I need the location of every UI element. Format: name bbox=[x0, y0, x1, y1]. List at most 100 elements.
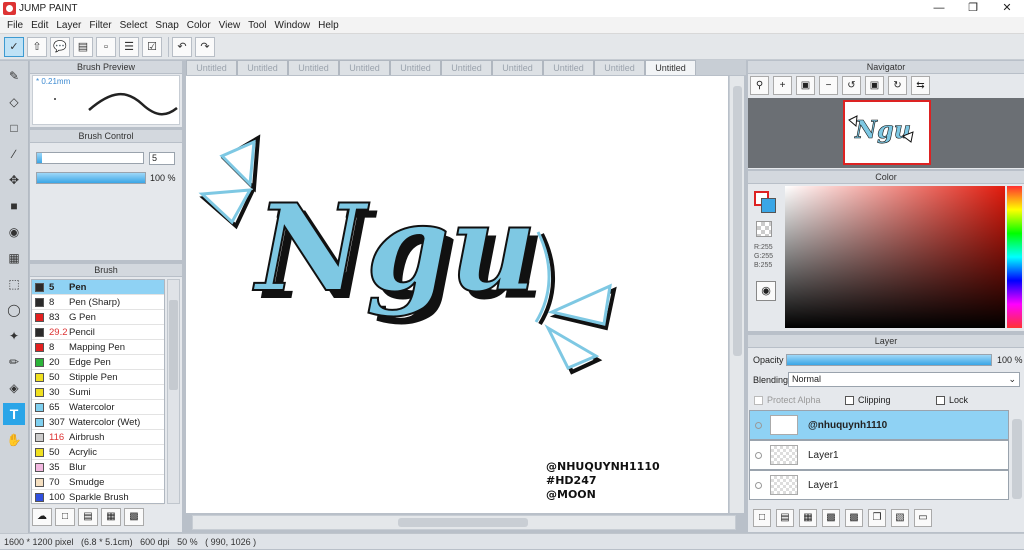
brush-item[interactable]: 20 Edge Pen bbox=[32, 355, 164, 370]
tab-untitled-active[interactable]: Untitled bbox=[645, 60, 696, 75]
new-layer-3-icon[interactable]: ▦ bbox=[799, 509, 817, 527]
zoom-out-icon[interactable]: − bbox=[819, 76, 838, 95]
move-tool-icon[interactable]: ✥ bbox=[3, 169, 25, 191]
rotate-left-icon[interactable]: ↺ bbox=[842, 76, 861, 95]
brush-item[interactable]: 30 Sumi bbox=[32, 385, 164, 400]
navigator-viewport[interactable]: Ngu bbox=[843, 100, 931, 165]
message-icon[interactable]: ▤ bbox=[73, 36, 93, 57]
brush-item[interactable]: 50 Acrylic bbox=[32, 445, 164, 460]
tab-untitled-7[interactable]: Untitled bbox=[492, 60, 543, 75]
share-icon[interactable]: ⇧ bbox=[27, 36, 47, 57]
checklist-icon[interactable]: ☑ bbox=[142, 36, 162, 57]
zoom-fit-icon[interactable]: ⚲ bbox=[750, 76, 769, 95]
new-layer-icon[interactable]: □ bbox=[753, 509, 771, 527]
brush-new-icon[interactable]: □ bbox=[55, 508, 75, 526]
menu-color[interactable]: Color bbox=[183, 17, 215, 34]
brush-item[interactable]: 70 Smudge bbox=[32, 475, 164, 490]
eraser-tool-icon[interactable]: ◇ bbox=[3, 91, 25, 113]
saturation-value-picker[interactable] bbox=[785, 186, 1005, 328]
brush-scrollbar[interactable] bbox=[167, 279, 180, 504]
brush-item[interactable]: 29.2 Pencil bbox=[32, 325, 164, 340]
fill-rect-tool-icon[interactable]: ■ bbox=[3, 195, 25, 217]
list-icon[interactable]: ☰ bbox=[119, 36, 139, 57]
menu-tool[interactable]: Tool bbox=[244, 17, 270, 34]
page-icon[interactable]: ▫ bbox=[96, 36, 116, 57]
lock-option[interactable]: Lock bbox=[936, 395, 968, 406]
fg-bg-swatches[interactable] bbox=[754, 191, 776, 213]
protect-alpha-option[interactable]: Protect Alpha bbox=[754, 395, 821, 406]
redo-icon[interactable]: ↷ bbox=[195, 36, 215, 57]
menu-edit[interactable]: Edit bbox=[27, 17, 52, 34]
menu-layer[interactable]: Layer bbox=[52, 17, 85, 34]
menu-filter[interactable]: Filter bbox=[85, 17, 115, 34]
menu-view[interactable]: View bbox=[215, 17, 245, 34]
line-tool-icon[interactable]: ∕ bbox=[3, 143, 25, 165]
menu-snap[interactable]: Snap bbox=[151, 17, 182, 34]
brush-opacity-slider[interactable] bbox=[36, 172, 146, 184]
navigator-preview[interactable]: Ngu bbox=[748, 98, 1024, 168]
minimize-button[interactable]: — bbox=[922, 0, 956, 17]
hand-tool-icon[interactable]: ✋ bbox=[3, 429, 25, 451]
brush-item[interactable]: 100 Sparkle Brush bbox=[32, 490, 164, 505]
layer-row[interactable]: @nhuquynh1110 bbox=[749, 410, 1009, 440]
brush-item[interactable]: 50 Stipple Pen bbox=[32, 370, 164, 385]
reset-view-icon[interactable]: ▣ bbox=[865, 76, 884, 95]
tab-untitled-5[interactable]: Untitled bbox=[390, 60, 441, 75]
brush-item[interactable]: 8 Mapping Pen bbox=[32, 340, 164, 355]
brush-size-input[interactable]: 5 bbox=[149, 152, 175, 165]
layer-row[interactable]: Layer1 bbox=[749, 470, 1009, 500]
visibility-icon[interactable] bbox=[755, 421, 762, 429]
brush-cloud-icon[interactable]: ☁ bbox=[32, 508, 52, 526]
brush-item[interactable]: 35 Blur bbox=[32, 460, 164, 475]
layer-scrollbar[interactable] bbox=[1012, 419, 1022, 499]
tab-untitled-1[interactable]: Untitled bbox=[186, 60, 237, 75]
close-button[interactable]: ✕ bbox=[990, 0, 1024, 17]
clipping-option[interactable]: Clipping bbox=[845, 395, 891, 406]
lasso-icon[interactable]: ◯ bbox=[3, 299, 25, 321]
menu-file[interactable]: File bbox=[3, 17, 27, 34]
tab-untitled-2[interactable]: Untitled bbox=[237, 60, 288, 75]
pen-tool-icon[interactable]: ✎ bbox=[3, 65, 25, 87]
menu-window[interactable]: Window bbox=[271, 17, 315, 34]
menu-help[interactable]: Help bbox=[314, 17, 343, 34]
new-layer-2-icon[interactable]: ▤ bbox=[776, 509, 794, 527]
hue-slider[interactable] bbox=[1007, 186, 1022, 328]
rectangle-tool-icon[interactable]: □ bbox=[3, 117, 25, 139]
tab-untitled-3[interactable]: Untitled bbox=[288, 60, 339, 75]
drawing-canvas[interactable]: Ngu Ngu @NHUQUYNH1110 #HD247 @MOON bbox=[186, 76, 728, 513]
text-tool-icon[interactable]: T bbox=[3, 403, 25, 425]
zoom-in-icon[interactable]: + bbox=[773, 76, 792, 95]
cloud-check-icon[interactable]: ✓ bbox=[4, 36, 24, 57]
brush-item[interactable]: 8 Pen (Sharp) bbox=[32, 295, 164, 310]
select-rect-icon[interactable]: ⬚ bbox=[3, 273, 25, 295]
layer-opacity-slider[interactable] bbox=[786, 354, 992, 366]
tab-untitled-6[interactable]: Untitled bbox=[441, 60, 492, 75]
maximize-button[interactable]: ❐ bbox=[956, 0, 990, 17]
brush-item[interactable]: 116 Airbrush bbox=[32, 430, 164, 445]
magic-wand-icon[interactable]: ✦ bbox=[3, 325, 25, 347]
fit-screen-icon[interactable]: ▣ bbox=[796, 76, 815, 95]
transparent-swatch[interactable] bbox=[756, 221, 772, 237]
brush-item[interactable]: 83 G Pen bbox=[32, 310, 164, 325]
brush-size-slider[interactable] bbox=[36, 152, 144, 164]
brush-copy-icon[interactable]: ▤ bbox=[78, 508, 98, 526]
gradient-tool-icon[interactable]: ▦ bbox=[3, 247, 25, 269]
new-layer-4-icon[interactable]: ▩ bbox=[822, 509, 840, 527]
brush-settings-icon[interactable]: ▦ bbox=[101, 508, 121, 526]
undo-icon[interactable]: ↶ bbox=[172, 36, 192, 57]
select-pen-icon[interactable]: ✏ bbox=[3, 351, 25, 373]
flip-icon[interactable]: ⇆ bbox=[911, 76, 930, 95]
select-eraser-icon[interactable]: ◈ bbox=[3, 377, 25, 399]
brush-folder-icon[interactable]: ▩ bbox=[124, 508, 144, 526]
comment-icon[interactable]: 💬 bbox=[50, 36, 70, 57]
blending-select[interactable]: Normal ⌄ bbox=[788, 372, 1020, 387]
palette-icon[interactable]: ◉ bbox=[756, 281, 776, 301]
tab-untitled-9[interactable]: Untitled bbox=[594, 60, 645, 75]
visibility-icon[interactable] bbox=[755, 481, 762, 489]
visibility-icon[interactable] bbox=[755, 451, 762, 459]
duplicate-layer-icon[interactable]: ❐ bbox=[868, 509, 886, 527]
bucket-tool-icon[interactable]: ◉ bbox=[3, 221, 25, 243]
tab-untitled-4[interactable]: Untitled bbox=[339, 60, 390, 75]
canvas-horizontal-scrollbar[interactable] bbox=[192, 515, 736, 530]
rotate-right-icon[interactable]: ↻ bbox=[888, 76, 907, 95]
